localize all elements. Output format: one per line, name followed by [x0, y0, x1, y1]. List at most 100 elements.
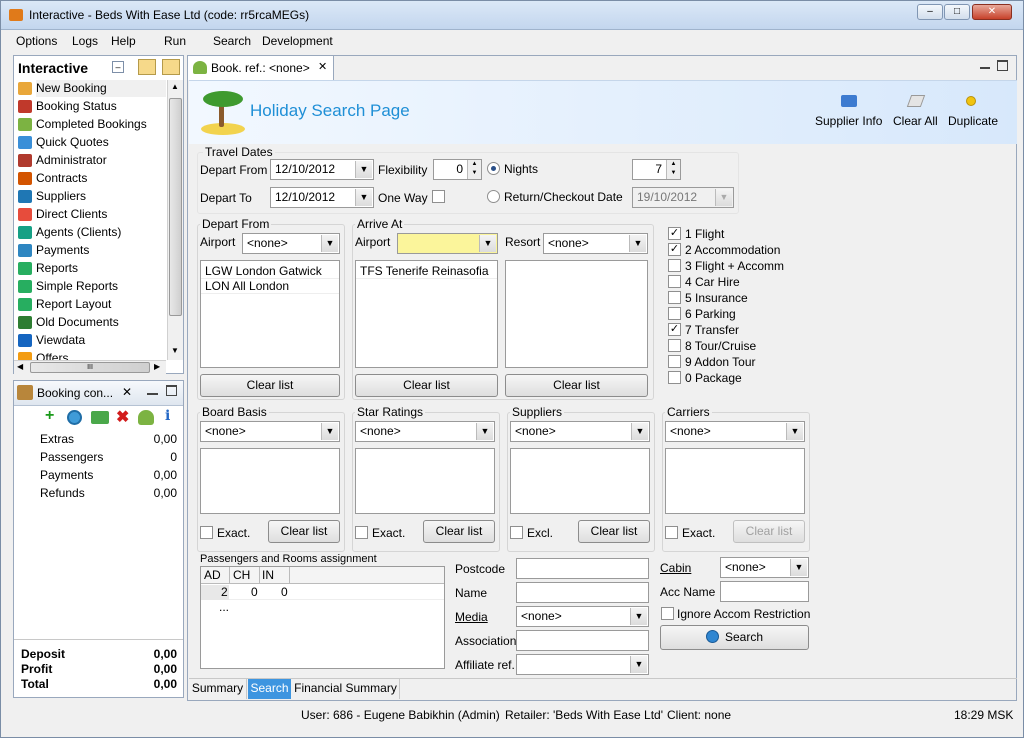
list-item[interactable]: LGW London Gatwick: [201, 264, 339, 279]
info-icon[interactable]: i: [165, 408, 170, 424]
product-checkbox[interactable]: [668, 371, 681, 384]
supplier-info-button[interactable]: Supplier Info: [815, 114, 882, 128]
product-option[interactable]: 3 Flight + Accomm: [666, 258, 806, 274]
filter-list[interactable]: [665, 448, 805, 514]
resort-list[interactable]: [505, 260, 648, 368]
booking-panel-minimize-icon[interactable]: [147, 385, 158, 395]
folder-back-icon[interactable]: [162, 59, 180, 75]
tab-close-icon[interactable]: ✕: [318, 60, 327, 73]
product-option[interactable]: 6 Parking: [666, 306, 806, 322]
chevron-down-icon[interactable]: ▼: [476, 423, 493, 440]
clear-all-icon[interactable]: [906, 95, 926, 107]
depart-airport-select[interactable]: <none> ▼: [242, 233, 340, 254]
sidebar-item-reports[interactable]: Reports: [18, 260, 166, 277]
sidebar-item-payments[interactable]: Payments: [18, 242, 166, 259]
chevron-down-icon[interactable]: ▼: [321, 423, 338, 440]
booking-panel-restore-icon[interactable]: [166, 385, 177, 396]
refresh-icon[interactable]: [67, 410, 82, 425]
sidebar-item-report-layout[interactable]: Report Layout: [18, 296, 166, 313]
sidebar-item-agents-clients[interactable]: Agents (Clients): [18, 224, 166, 241]
sidebar-item-offers[interactable]: Offers: [18, 350, 166, 360]
close-button[interactable]: ✕: [972, 4, 1012, 20]
nights-stepper[interactable]: 7 ▲ ▼: [632, 159, 681, 180]
filter-list[interactable]: [510, 448, 650, 514]
return-date-field[interactable]: 19/10/2012 ▼: [632, 187, 734, 208]
filter-list[interactable]: [200, 448, 340, 514]
product-checkbox[interactable]: ✓: [668, 227, 681, 240]
tab-search[interactable]: Search: [248, 679, 291, 699]
product-option[interactable]: 4 Car Hire: [666, 274, 806, 290]
filter-select[interactable]: <none> ▼: [510, 421, 650, 442]
filter-clear-list-button[interactable]: Clear list: [733, 520, 805, 543]
transfer-icon[interactable]: [91, 411, 109, 424]
filter-exact-checkbox[interactable]: [355, 526, 368, 539]
nights-arrows-icon[interactable]: ▲ ▼: [666, 160, 680, 179]
product-checkbox[interactable]: [668, 307, 681, 320]
menu-development[interactable]: Development: [262, 34, 333, 48]
chevron-down-icon[interactable]: ▼: [715, 189, 732, 206]
resort-clear-list-button[interactable]: Clear list: [505, 374, 648, 397]
tab-summary[interactable]: Summary: [189, 679, 247, 699]
arrive-airport-list[interactable]: TFS Tenerife Reinasofia: [355, 260, 498, 368]
sidebar-item-completed-bookings[interactable]: Completed Bookings: [18, 116, 166, 133]
product-option[interactable]: 8 Tour/Cruise: [666, 338, 806, 354]
document-tab[interactable]: Book. ref.: <none> ✕: [188, 56, 334, 80]
tab-financial-summary[interactable]: Financial Summary: [292, 679, 400, 699]
nights-radio[interactable]: [487, 162, 500, 175]
chevron-down-icon[interactable]: ▼: [790, 559, 807, 576]
sidebar-item-quick-quotes[interactable]: Quick Quotes: [18, 134, 166, 151]
menu-search[interactable]: Search: [213, 34, 251, 48]
stepper-arrows-icon[interactable]: ▲ ▼: [467, 160, 481, 179]
duplicate-icon[interactable]: [966, 96, 976, 106]
product-option[interactable]: 9 Addon Tour: [666, 354, 806, 370]
table-row[interactable]: 2 0 0: [201, 585, 444, 600]
chevron-down-icon[interactable]: ▼: [630, 656, 647, 673]
one-way-checkbox[interactable]: [432, 190, 445, 203]
chevron-down-icon[interactable]: ▼: [321, 235, 338, 252]
maximize-button[interactable]: □: [944, 4, 970, 20]
filter-clear-list-button[interactable]: Clear list: [578, 520, 650, 543]
scroll-thumb[interactable]: [169, 98, 182, 316]
postcode-field[interactable]: [516, 558, 649, 579]
nav-scrollbar[interactable]: ▲ ▼: [167, 80, 183, 360]
duplicate-button[interactable]: Duplicate: [948, 114, 998, 128]
filter-select[interactable]: <none> ▼: [200, 421, 340, 442]
chevron-down-icon[interactable]: ▼: [630, 608, 647, 625]
product-option[interactable]: ✓ 2 Accommodation: [666, 242, 806, 258]
product-checkbox[interactable]: ✓: [668, 243, 681, 256]
list-item[interactable]: LON All London: [201, 279, 339, 294]
product-checkbox[interactable]: [668, 275, 681, 288]
sidebar-item-contracts[interactable]: Contracts: [18, 170, 166, 187]
supplier-info-icon[interactable]: [841, 95, 857, 107]
product-checkbox[interactable]: ✓: [668, 323, 681, 336]
sidebar-item-direct-clients[interactable]: Direct Clients: [18, 206, 166, 223]
depart-clear-list-button[interactable]: Clear list: [200, 374, 340, 397]
folder-forward-icon[interactable]: [138, 59, 156, 75]
flexibility-stepper[interactable]: 0 ▲ ▼: [433, 159, 482, 180]
sidebar-item-viewdata[interactable]: Viewdata: [18, 332, 166, 349]
filter-list[interactable]: [355, 448, 495, 514]
scroll-down-icon[interactable]: ▼: [171, 346, 179, 355]
chevron-down-icon[interactable]: ▼: [355, 189, 372, 206]
return-date-radio[interactable]: [487, 190, 500, 203]
acc-name-field[interactable]: [720, 581, 809, 602]
sidebar-item-old-documents[interactable]: Old Documents: [18, 314, 166, 331]
filter-select[interactable]: <none> ▼: [665, 421, 805, 442]
list-item[interactable]: TFS Tenerife Reinasofia: [356, 264, 497, 279]
filter-exact-checkbox[interactable]: [665, 526, 678, 539]
resort-select[interactable]: <none> ▼: [543, 233, 648, 254]
depart-from-date[interactable]: 12/10/2012 ▼: [270, 159, 374, 180]
filter-select[interactable]: <none> ▼: [355, 421, 495, 442]
search-button[interactable]: Search: [660, 625, 809, 650]
chevron-down-icon[interactable]: ▼: [631, 423, 648, 440]
sidebar-item-suppliers[interactable]: Suppliers: [18, 188, 166, 205]
cabin-select[interactable]: <none> ▼: [720, 557, 809, 578]
scroll-left-icon[interactable]: ◀: [17, 362, 23, 371]
menu-run[interactable]: Run: [164, 34, 186, 48]
product-option[interactable]: 5 Insurance: [666, 290, 806, 306]
sidebar-item-new-booking[interactable]: New Booking: [18, 80, 166, 97]
product-checkbox[interactable]: [668, 339, 681, 352]
filter-clear-list-button[interactable]: Clear list: [268, 520, 340, 543]
product-option[interactable]: ✓ 7 Transfer: [666, 322, 806, 338]
filter-exact-checkbox[interactable]: [510, 526, 523, 539]
